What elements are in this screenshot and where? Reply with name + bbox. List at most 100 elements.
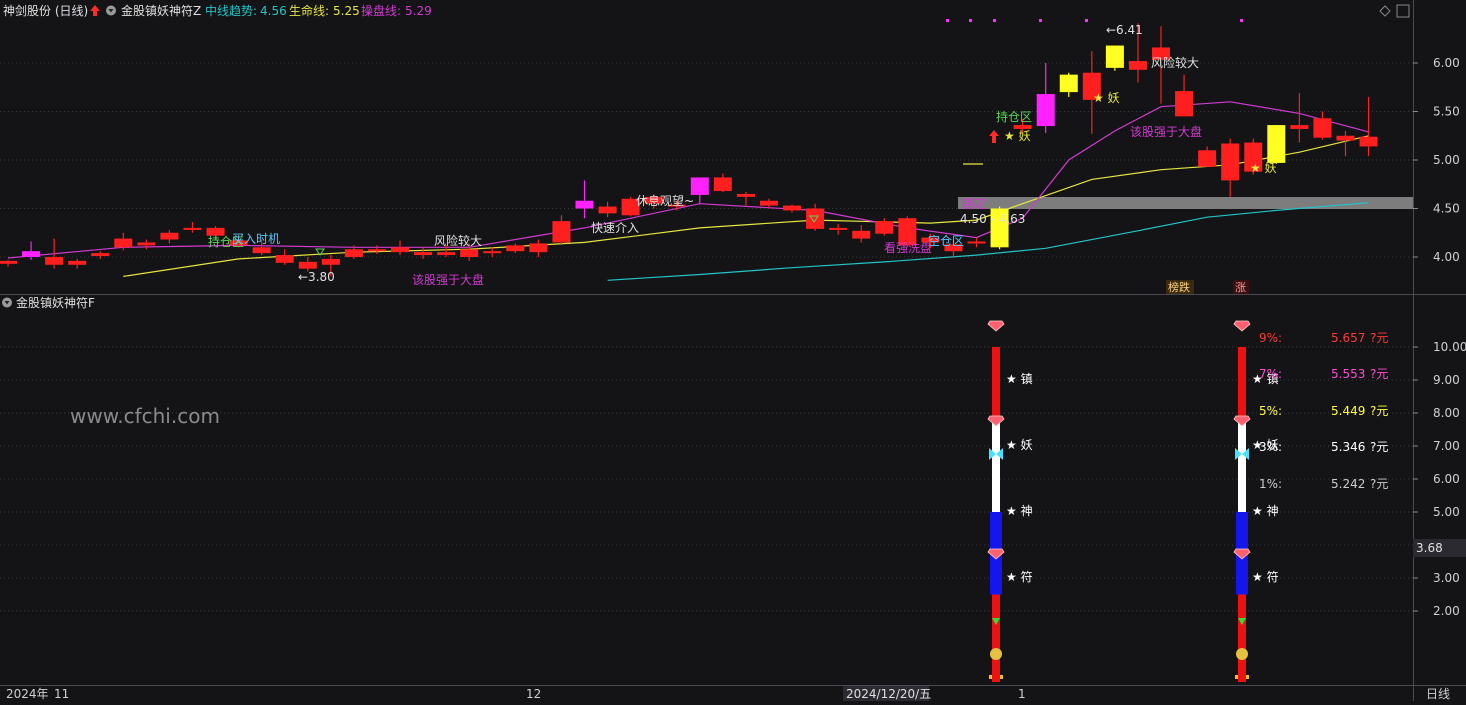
candle-body — [275, 255, 294, 263]
sub-y-tick-label: 5.00 — [1433, 505, 1460, 519]
candle-body — [22, 251, 41, 257]
candle-body — [875, 221, 894, 234]
month-label-nov: 11 — [54, 687, 69, 701]
candle-body — [1128, 61, 1147, 70]
candle-body — [1059, 74, 1078, 93]
y-tick-label: 5.50 — [1433, 105, 1460, 119]
strong-label-3: 看强洗盘 — [884, 240, 932, 255]
y-tick-label: 4.50 — [1433, 202, 1460, 216]
candle-body — [344, 249, 363, 257]
candle-body — [829, 227, 848, 230]
candle-body — [391, 247, 410, 253]
candle-body — [967, 241, 986, 244]
candle-body — [783, 205, 802, 211]
candle-body — [1221, 143, 1240, 181]
tower-label: ★ 神 — [1252, 504, 1279, 518]
percent-label: 9%: — [1259, 331, 1282, 345]
y-tick-label: 6.00 — [1433, 56, 1460, 70]
candle-body — [1036, 94, 1055, 127]
base-mark — [989, 675, 992, 679]
chart-window: 6.00 5.50 5.00 4.50 4.00 10.00 9.00 8.00 7.00 6.… — [0, 0, 1466, 701]
sub-y-tick-label: 7.00 — [1433, 439, 1460, 453]
candle-body — [759, 200, 778, 206]
sub-panel-title[interactable]: 金股镇妖神符F — [16, 295, 95, 310]
candle-body — [298, 261, 317, 269]
zhang-label: 涨 — [1235, 281, 1246, 294]
tower-red-top — [992, 347, 1000, 420]
month-label-jan: 1 — [1018, 687, 1026, 701]
lock-label: 锁定 — [962, 196, 986, 211]
candle-body — [713, 177, 732, 192]
ctrl-line-value: 5.29 — [405, 4, 432, 18]
percent-value: 5.657 — [1331, 331, 1365, 345]
watermark: www.cfchi.com — [70, 404, 220, 428]
percent-label: 5%: — [1259, 404, 1282, 418]
strong-label-2: 该股强于大盘 — [1130, 124, 1202, 139]
cursor-date-label: 2024/12/20/五 — [846, 687, 931, 701]
candle-body — [68, 260, 87, 265]
percent-unit: ?元 — [1370, 477, 1388, 491]
tower-red-bottom — [992, 594, 1000, 682]
tower-label: ★ 符 — [1252, 569, 1279, 584]
percent-value: 5.242 — [1331, 477, 1365, 491]
candle-body — [1313, 118, 1332, 138]
rest-label: 休息观望~ — [636, 193, 694, 208]
percent-label: 1%: — [1259, 477, 1282, 491]
fast-entry-label: 快速介入 — [591, 221, 639, 235]
mid-trend-label: 中线趋势: — [205, 3, 257, 18]
base-mark — [1246, 675, 1249, 679]
tower-white — [1238, 419, 1246, 512]
y-tick-label: 5.00 — [1433, 153, 1460, 167]
indicator-title[interactable]: 金股镇妖神符Z — [121, 3, 201, 18]
high-point-label: ←6.41 — [1106, 23, 1143, 37]
buy-chance-label: 买入时机 — [232, 232, 280, 246]
candle-body — [321, 258, 340, 265]
tower-label: ★ 妖 — [1006, 438, 1033, 452]
candle-body — [160, 232, 179, 240]
risk-label-1: 风险较大 — [434, 233, 482, 248]
candle-body — [1336, 135, 1355, 141]
sub-y-tick-label: 8.00 — [1433, 406, 1460, 420]
candle-body — [437, 252, 456, 256]
y-tick-label: 4.00 — [1433, 250, 1460, 264]
candle-body — [1267, 125, 1286, 163]
candle-body — [414, 252, 433, 256]
percent-unit: ?元 — [1370, 331, 1388, 345]
candle-body — [483, 251, 502, 254]
coin-icon — [1236, 648, 1248, 660]
sub-y-tick-label: 9.00 — [1433, 373, 1460, 387]
candle-body — [1290, 125, 1309, 129]
candle-body — [1175, 91, 1194, 117]
range-label: 4.50 - 4.63 — [960, 212, 1025, 226]
strong-label-1: 该股强于大盘 — [412, 272, 484, 287]
life-line-label: 生命线: — [289, 3, 329, 18]
candle-body — [1198, 150, 1217, 167]
percent-value: 5.346 — [1331, 440, 1365, 454]
candle-body — [736, 193, 755, 197]
yao-label-3: ★ 妖 — [1250, 161, 1277, 175]
coin-icon — [990, 648, 1002, 660]
candle-body — [598, 206, 617, 214]
low-point-label: ←3.80 — [298, 270, 335, 284]
percent-value: 5.449 — [1331, 404, 1365, 418]
percent-label: 7%: — [1259, 367, 1282, 381]
stock-title[interactable]: 神剑股份 (日线) — [3, 3, 88, 18]
sub-y-tick-label: 10.00 — [1433, 340, 1466, 354]
month-label-dec: 12 — [526, 687, 541, 701]
period-label[interactable]: 日线 — [1426, 687, 1450, 701]
candle-body — [367, 249, 386, 252]
tower-label: ★ 镇 — [1006, 372, 1033, 386]
candle-body — [460, 249, 479, 257]
candle-body — [137, 242, 156, 246]
year-label: 2024年 — [6, 687, 49, 701]
percent-value: 5.553 — [1331, 367, 1365, 381]
candle-body — [529, 243, 548, 253]
yao-label-2: ★ 妖 — [1093, 91, 1120, 105]
risk-label-2: 风险较大 — [1151, 55, 1199, 70]
candle-body — [552, 221, 571, 243]
yao-label-1: ★ 妖 — [1004, 129, 1031, 143]
life-line-value: 5.25 — [333, 4, 360, 18]
tower-label: ★ 符 — [1006, 569, 1033, 584]
sub-y-tick-label: 2.00 — [1433, 604, 1460, 618]
empty-zone-label: 空仓区 — [928, 234, 964, 248]
